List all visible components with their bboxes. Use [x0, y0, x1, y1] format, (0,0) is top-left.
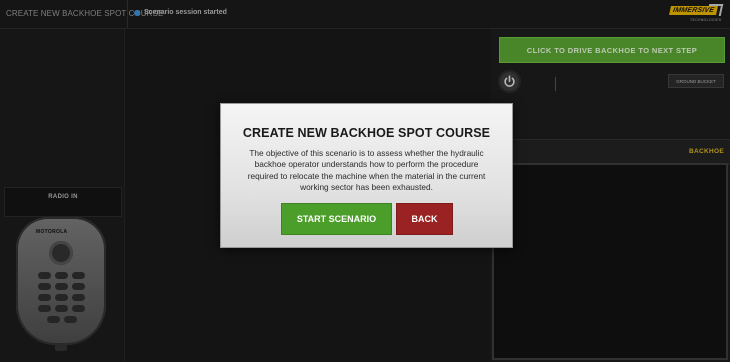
- back-button[interactable]: BACK: [396, 203, 453, 235]
- scenario-modal: CREATE NEW BACKHOE SPOT COURSE The objec…: [220, 103, 513, 248]
- modal-title: CREATE NEW BACKHOE SPOT COURSE: [242, 126, 491, 140]
- modal-description: The objective of this scenario is to ass…: [247, 148, 486, 192]
- start-scenario-button[interactable]: START SCENARIO: [281, 203, 392, 235]
